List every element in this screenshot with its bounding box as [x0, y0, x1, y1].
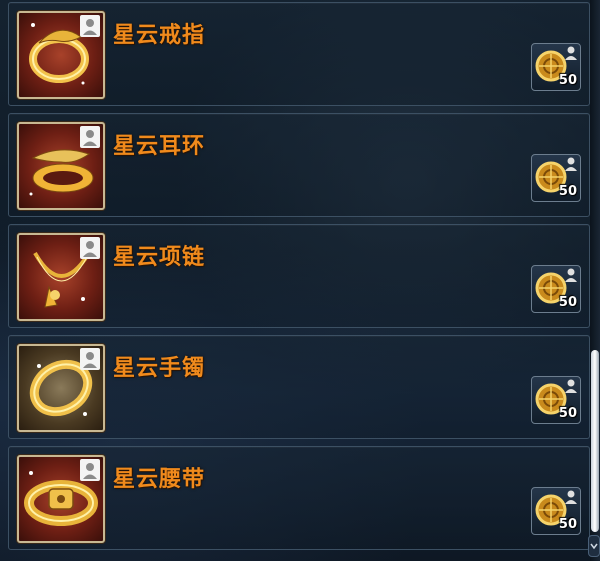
cost-quantity: 50	[558, 295, 577, 310]
person-icon	[565, 490, 577, 504]
person-icon	[80, 348, 100, 370]
chevron-down-icon	[590, 543, 598, 550]
necklace-icon[interactable]	[17, 233, 105, 321]
list-item[interactable]: 星云戒指 50	[8, 2, 590, 106]
scroll-down-button[interactable]	[588, 535, 600, 557]
list-item[interactable]: 星云手镯 50	[8, 335, 590, 439]
item-list: 星云戒指 50 星云耳环 50 星云项链 50 星云手镯 50 星云腰带 50	[0, 0, 590, 561]
person-icon	[565, 46, 577, 60]
item-name: 星云戒指	[113, 23, 206, 48]
cost-quantity: 50	[558, 184, 577, 199]
list-item[interactable]: 星云项链 50	[8, 224, 590, 328]
person-icon	[565, 379, 577, 393]
person-icon	[565, 157, 577, 171]
person-icon	[80, 15, 100, 37]
scrollbar-thumb[interactable]	[591, 350, 599, 532]
ring-icon[interactable]	[17, 11, 105, 99]
scrollbar[interactable]	[588, 0, 600, 561]
item-name: 星云手镯	[113, 356, 206, 381]
cost-quantity: 50	[558, 406, 577, 421]
person-icon	[80, 459, 100, 481]
item-name: 星云项链	[113, 245, 206, 270]
gold-token-icon[interactable]: 50	[531, 43, 581, 91]
cost-quantity: 50	[558, 73, 577, 88]
gold-token-icon[interactable]: 50	[531, 376, 581, 424]
person-icon	[565, 268, 577, 282]
gold-token-icon[interactable]: 50	[531, 154, 581, 202]
list-item[interactable]: 星云耳环 50	[8, 113, 590, 217]
person-icon	[80, 126, 100, 148]
cost-quantity: 50	[558, 517, 577, 532]
gold-token-icon[interactable]: 50	[531, 265, 581, 313]
list-item[interactable]: 星云腰带 50	[8, 446, 590, 550]
earring-icon[interactable]	[17, 122, 105, 210]
item-name: 星云腰带	[113, 467, 206, 492]
bracelet-icon[interactable]	[17, 344, 105, 432]
person-icon	[80, 237, 100, 259]
gold-token-icon[interactable]: 50	[531, 487, 581, 535]
belt-icon[interactable]	[17, 455, 105, 543]
item-name: 星云耳环	[113, 134, 206, 159]
